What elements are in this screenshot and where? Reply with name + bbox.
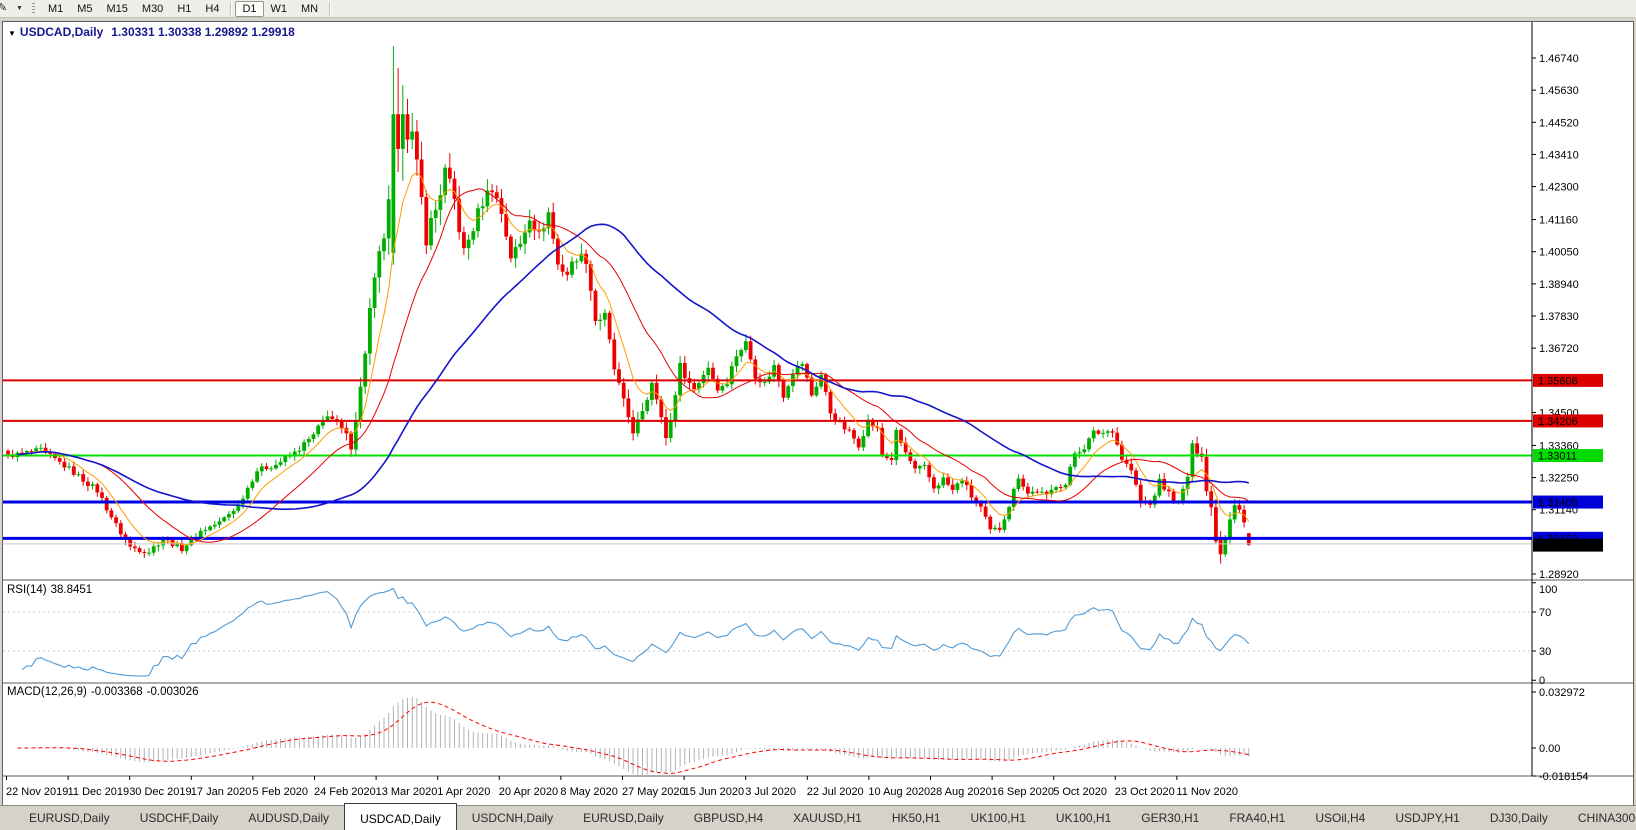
- chart-ohlc-values: 1.30331 1.30338 1.29892 1.29918: [111, 25, 295, 39]
- timeframe-button-m5[interactable]: M5: [70, 1, 99, 17]
- symbol-tab-usdcad-daily[interactable]: USDCAD,Daily: [344, 803, 457, 830]
- symbol-tab-gbpusd-h4[interactable]: GBPUSD,H4: [679, 806, 778, 830]
- rsi-name: RSI(14): [7, 584, 47, 596]
- symbol-tab-uk100-h1[interactable]: UK100,H1: [956, 806, 1041, 830]
- timeframe-button-w1[interactable]: W1: [264, 1, 295, 17]
- symbol-tab-eurusd-daily[interactable]: EURUSD,Daily: [14, 806, 125, 830]
- symbol-tab-china300-h1[interactable]: CHINA300,H1: [1563, 806, 1636, 830]
- chart-menu-icon[interactable]: ▼: [8, 29, 16, 38]
- symbol-tab-uk100-h1[interactable]: UK100,H1: [1041, 806, 1126, 830]
- timeframe-button-m30[interactable]: M30: [135, 1, 170, 17]
- symbol-tabbar: EURUSD,Daily USDCHF,Daily AUDUSD,Daily USDC…: [0, 803, 1636, 830]
- toolbar-separator: [329, 2, 331, 15]
- macd-value-signal: -0.003026: [146, 686, 199, 698]
- macd-name: MACD(12,26,9): [7, 686, 87, 698]
- symbol-tab-usdchf-daily[interactable]: USDCHF,Daily: [125, 806, 234, 830]
- timeframe-button-h4[interactable]: H4: [198, 1, 226, 17]
- macd-value-main: -0.003368: [90, 686, 143, 698]
- rsi-value: 38.8451: [50, 584, 93, 596]
- timeframe-group: M1 M5 M15 M30 H1 H4 D1 W1 MN: [41, 0, 334, 17]
- macd-label: MACD(12,26,9) -0.003368 -0.003026: [7, 686, 202, 698]
- chart-symbol-label: USDCAD,Daily: [19, 25, 104, 39]
- chevron-down-icon[interactable]: ▼: [13, 5, 26, 12]
- timeframe-toolbar: ✎ ▼ M1 M5 M15 M30 H1 H4 D1 W1 MN: [0, 0, 1636, 18]
- symbol-tab-eurusd-daily[interactable]: EURUSD,Daily: [568, 806, 679, 830]
- symbol-tab-fra40-h1[interactable]: FRA40,H1: [1214, 806, 1300, 830]
- timeframe-button-m15[interactable]: M15: [100, 1, 135, 17]
- symbol-tab-dj30-daily[interactable]: DJ30,Daily: [1475, 806, 1563, 830]
- chart-title: ▼ USDCAD,Daily 1.30331 1.30338 1.29892 1.2…: [8, 25, 295, 39]
- timeframe-button-m1[interactable]: M1: [41, 1, 70, 17]
- timeframe-button-mn[interactable]: MN: [294, 1, 325, 17]
- symbol-tab-usdcnh-daily[interactable]: USDCNH,Daily: [457, 806, 568, 830]
- symbol-tab-xauusd-h1[interactable]: XAUUSD,H1: [778, 806, 877, 830]
- pencil-tool-icon[interactable]: ✎: [0, 2, 11, 15]
- timeframe-button-h1[interactable]: H1: [170, 1, 198, 17]
- symbol-tab-hk50-h1[interactable]: HK50,H1: [877, 806, 956, 830]
- rsi-label: RSI(14) 38.8451: [7, 584, 96, 596]
- toolbar-separator: [230, 2, 232, 15]
- symbol-tab-usoil-h4[interactable]: USOil,H4: [1300, 806, 1380, 830]
- toolbar-grip[interactable]: [31, 2, 35, 15]
- symbol-tab-usdjpy-h1[interactable]: USDJPY,H1: [1380, 806, 1474, 830]
- chart-window[interactable]: ▼ USDCAD,Daily 1.30331 1.30338 1.29892 1.2…: [2, 21, 1634, 806]
- mt4-screen: ✎ ▼ M1 M5 M15 M30 H1 H4 D1 W1 MN ▼ USDCAD,Daily 1.…: [0, 0, 1636, 830]
- timeframe-button-d1[interactable]: D1: [235, 0, 264, 17]
- symbol-tab-audusd-daily[interactable]: AUDUSD,Daily: [233, 806, 344, 830]
- symbol-tab-ger30-h1[interactable]: GER30,H1: [1126, 806, 1214, 830]
